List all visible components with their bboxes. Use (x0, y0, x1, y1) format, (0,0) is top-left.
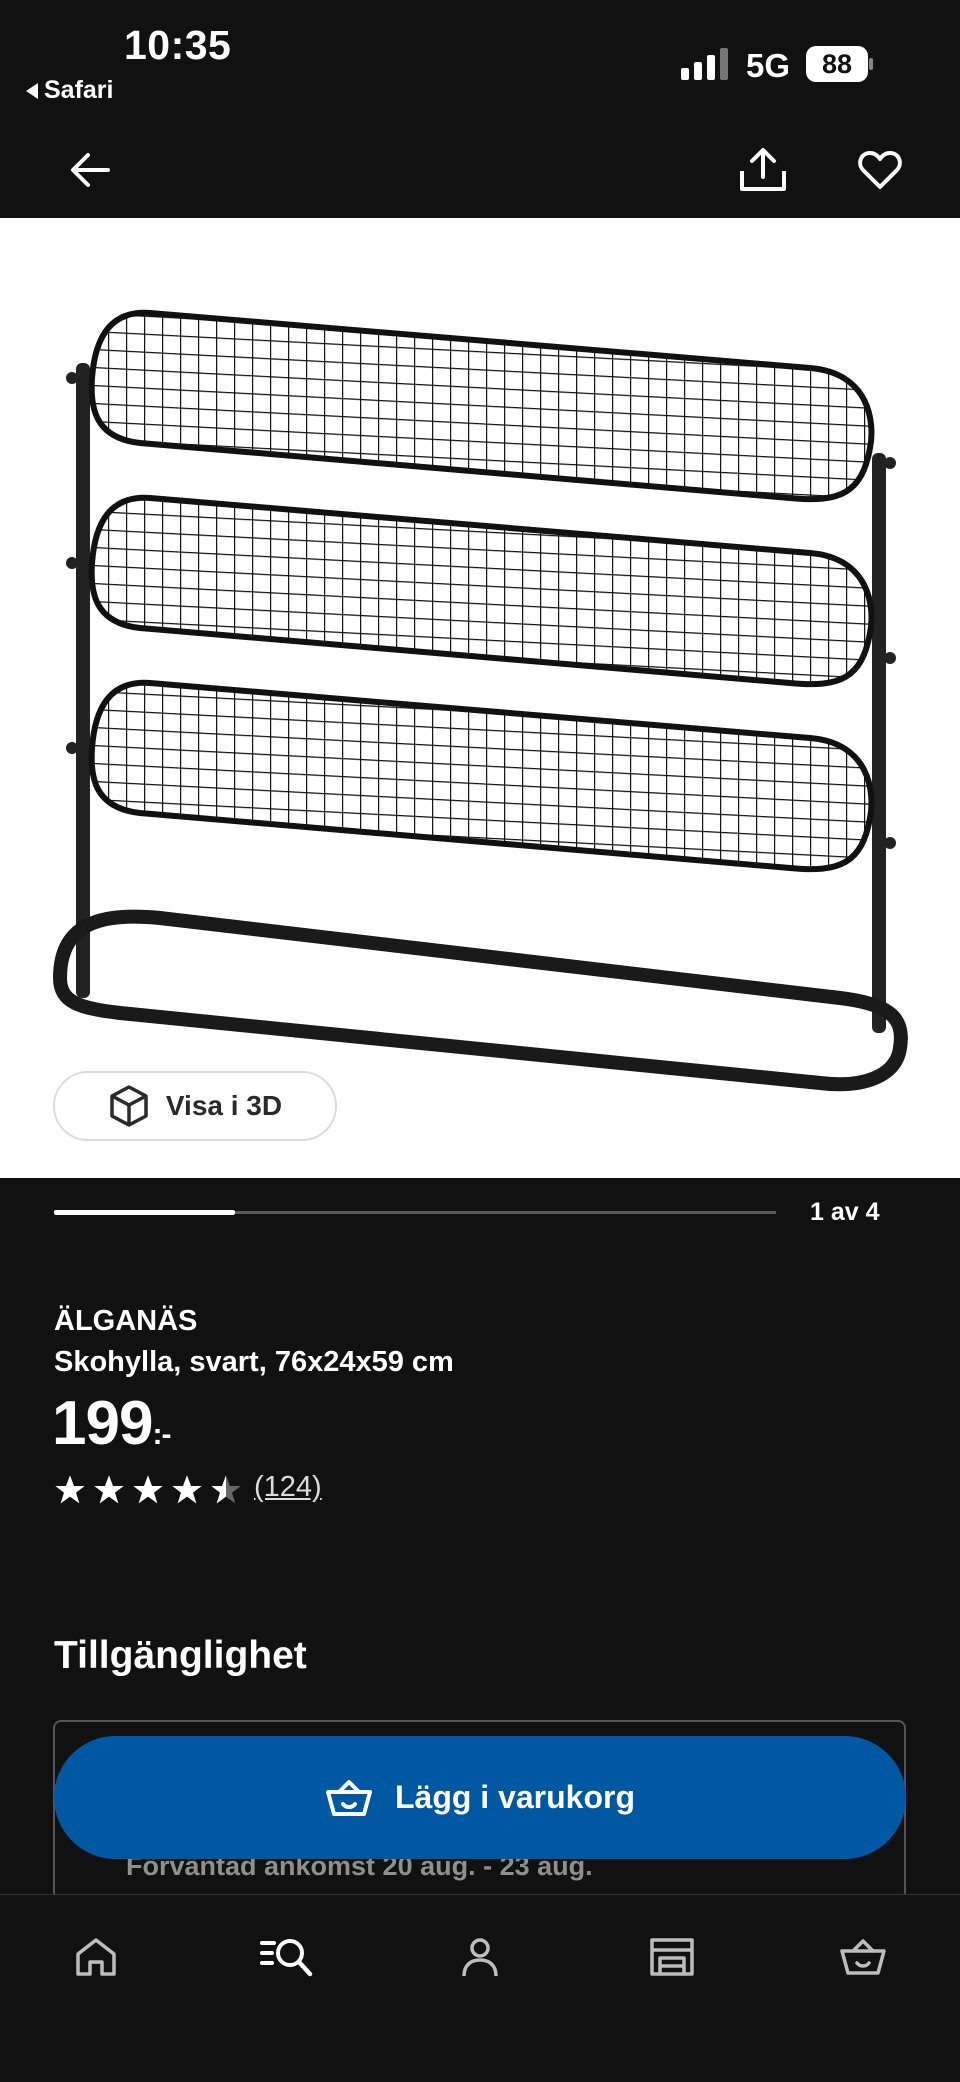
view-in-3d-label: Visa i 3D (165, 1090, 283, 1121)
share-icon (740, 148, 786, 191)
star-icon (94, 1475, 124, 1504)
gallery-page-indicator: 1 av 4 (810, 1198, 880, 1226)
store-icon (650, 1938, 694, 1976)
home-icon (76, 1938, 116, 1976)
tab-search[interactable] (252, 1922, 322, 1992)
add-to-cart-button[interactable]: Lägg i varukorg (54, 1736, 906, 1859)
product-name: ÄLGANÄS (54, 1305, 198, 1337)
view-in-3d-button[interactable]: Visa i 3D (53, 1071, 337, 1141)
rating-stars[interactable] (54, 1474, 242, 1506)
profile-icon (462, 1938, 498, 1977)
back-to-app-link[interactable]: Safari (26, 76, 113, 105)
shoe-rack-image (52, 309, 908, 1092)
back-app-label: Safari (44, 76, 114, 104)
back-triangle-icon (26, 82, 38, 99)
heart-icon (858, 151, 902, 189)
search-list-icon (260, 1939, 313, 1977)
status-time: 10:35 (124, 22, 232, 68)
favorite-button[interactable] (850, 140, 910, 200)
gallery-progress-fill (54, 1210, 235, 1215)
product-image-gallery[interactable] (0, 218, 960, 1178)
review-count-link[interactable]: (124) (254, 1471, 322, 1504)
tab-store[interactable] (637, 1922, 707, 1992)
star-icon (172, 1475, 202, 1504)
tab-cart[interactable] (828, 1922, 898, 1992)
cart-icon (840, 1939, 886, 1975)
battery-level: 88 (821, 49, 853, 79)
availability-heading: Tillgänglighet (54, 1634, 307, 1677)
battery-icon: 88 (806, 46, 874, 82)
tab-home[interactable] (61, 1922, 131, 1992)
star-icon (55, 1475, 85, 1504)
cube-3d-icon (110, 1085, 148, 1127)
cellular-signal-icon (681, 48, 728, 80)
basket-icon (325, 1779, 372, 1816)
price-suffix: :- (152, 1418, 171, 1451)
tab-profile[interactable] (445, 1922, 515, 1992)
star-icon (211, 1475, 241, 1504)
share-button[interactable] (733, 140, 793, 200)
star-icon (133, 1475, 163, 1504)
back-button[interactable] (60, 140, 120, 200)
add-to-cart-label: Lägg i varukorg (394, 1779, 636, 1815)
product-description: Skohylla, svart, 76x24x59 cm (54, 1346, 454, 1378)
product-price: 199:- (52, 1388, 171, 1459)
network-type: 5G (746, 47, 791, 84)
arrow-left-icon (71, 153, 110, 187)
price-value: 199 (52, 1389, 153, 1458)
